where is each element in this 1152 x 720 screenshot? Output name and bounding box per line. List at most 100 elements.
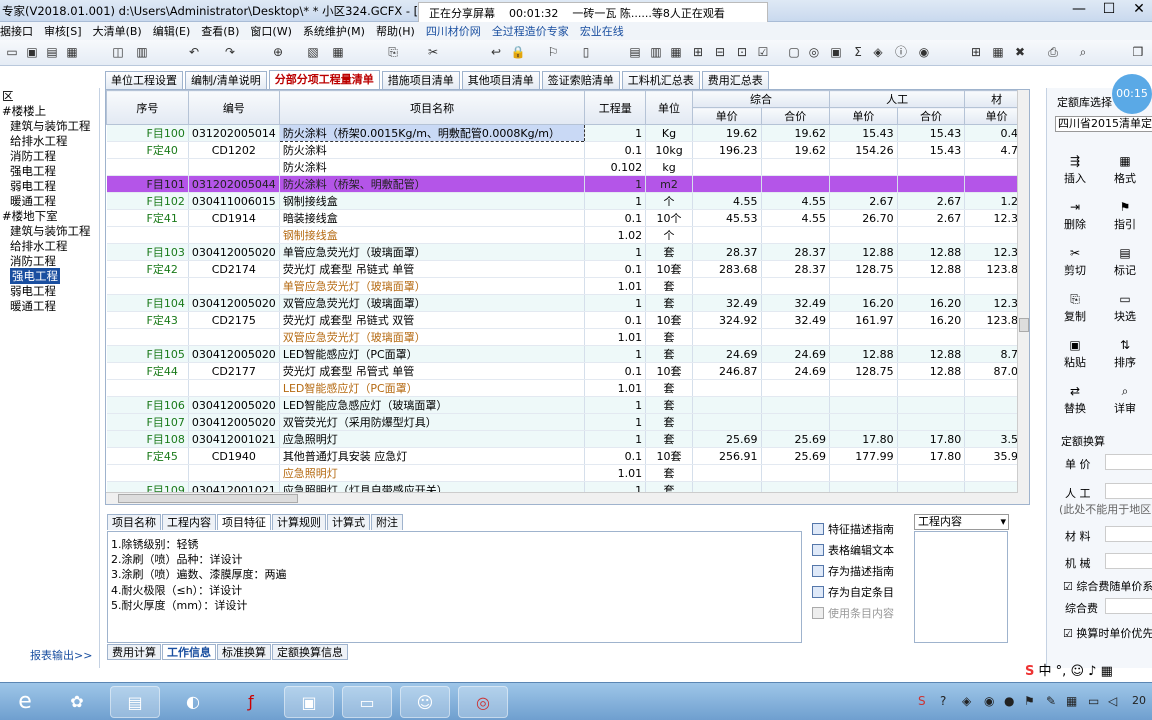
cell-tp[interactable]: [761, 379, 831, 397]
cell-unit[interactable]: 套: [645, 294, 693, 312]
cell-name[interactable]: 单管应急荧光灯（玻璃面罩）: [279, 277, 586, 295]
cell-code[interactable]: CD1202: [188, 141, 280, 159]
cell-lp[interactable]: 177.99: [829, 447, 898, 465]
calc-icon[interactable]: ⊞: [690, 44, 706, 60]
cell-name[interactable]: 防火涂料: [279, 141, 586, 159]
cell-code[interactable]: 030412005020: [188, 294, 280, 312]
cell-lt[interactable]: 2.67: [897, 209, 966, 227]
cell-unit[interactable]: 套: [645, 379, 693, 397]
cell-tp[interactable]: 28.37: [761, 243, 831, 261]
cell-lt[interactable]: 17.80: [897, 430, 966, 448]
cell-lt[interactable]: [897, 396, 966, 414]
table-edit-button[interactable]: 表格编辑文本: [812, 540, 912, 561]
cell-qty[interactable]: 1: [584, 396, 647, 414]
cell-lt[interactable]: [897, 379, 966, 397]
window-icon[interactable]: ▭: [342, 686, 392, 718]
pen-icon[interactable]: ✎: [1046, 694, 1056, 708]
bill-item-row[interactable]: F目108 030412001021 应急照明灯 1 套 25.69 25.69 17.80 1…: [106, 430, 1029, 448]
cell-up[interactable]: 25.69: [692, 430, 762, 448]
cell-code[interactable]: 030412005020: [188, 396, 280, 414]
cell-lp[interactable]: 161.97: [829, 311, 898, 329]
cell-qty[interactable]: 1: [584, 345, 647, 363]
menu-item[interactable]: 据接口: [0, 23, 33, 39]
detail-tab[interactable]: 项目名称: [107, 514, 161, 530]
cell-name[interactable]: LED智能感应灯（PC面罩）: [279, 345, 586, 363]
target-icon[interactable]: ◎: [806, 44, 822, 60]
cell-code[interactable]: [188, 158, 280, 176]
cell-lt[interactable]: 15.43: [897, 124, 966, 142]
cell-name[interactable]: 钢制接线盒: [279, 192, 586, 210]
cell-name[interactable]: 防火涂料: [279, 158, 586, 176]
mark-button[interactable]: ▤ 标记: [1105, 246, 1145, 278]
cell-code[interactable]: 030412005020: [188, 243, 280, 261]
cell-up[interactable]: [692, 379, 762, 397]
cell-lt[interactable]: [897, 175, 966, 193]
col-header-unit-price[interactable]: 单价: [691, 107, 762, 125]
cell-seq[interactable]: F目108: [106, 430, 189, 448]
cell-lp[interactable]: [829, 175, 898, 193]
col-header-labor-price[interactable]: 单价: [829, 107, 898, 125]
cell-seq[interactable]: [106, 464, 189, 482]
cell-qty[interactable]: 0.1: [584, 311, 647, 329]
cell-seq[interactable]: F目103: [106, 243, 189, 261]
table-icon[interactable]: ▦: [990, 44, 1006, 60]
cell-name[interactable]: 荧光灯 成套型 吊链式 双管: [279, 311, 586, 329]
cell-seq[interactable]: F定42: [106, 260, 189, 278]
delete-button[interactable]: ⇥ 删除: [1055, 200, 1095, 232]
tab-active[interactable]: 分部分项工程量清单: [268, 70, 380, 89]
shield-icon[interactable]: ◈: [962, 694, 971, 708]
all-icon[interactable]: ◈: [870, 44, 886, 60]
bill-item-row[interactable]: F目105 030412005020 LED智能感应灯（PC面罩） 1 套 24.69 24…: [106, 345, 1029, 363]
cell-tp[interactable]: 4.55: [761, 209, 831, 227]
cell-code[interactable]: [188, 328, 280, 346]
tree-item[interactable]: 强电工程: [10, 163, 56, 179]
quota-row[interactable]: F定43 CD2175 荧光灯 成套型 吊链式 双管 0.1 10套 324.92 32.4…: [106, 311, 1029, 329]
cell-lp[interactable]: [829, 396, 898, 414]
price-priority-checkbox[interactable]: ☑ 换算时单价优先: [1063, 625, 1152, 641]
cell-lp[interactable]: [829, 464, 898, 482]
new-icon[interactable]: ▭: [4, 44, 20, 60]
flash-icon[interactable]: ƒ: [226, 686, 276, 718]
cell-qty[interactable]: 1: [584, 294, 647, 312]
cell-name[interactable]: 荧光灯 成套型 吊链式 单管: [279, 260, 586, 278]
cell-code[interactable]: 031202005044: [188, 175, 280, 193]
cell-lp[interactable]: 17.80: [829, 430, 898, 448]
cell-qty[interactable]: 1.01: [584, 328, 647, 346]
review-button[interactable]: ⌕ 详审: [1105, 384, 1145, 416]
cell-tp[interactable]: 28.37: [761, 260, 831, 278]
quota-row[interactable]: F定40 CD1202 防火涂料 0.1 10kg 196.23 19.62 154.26 15…: [106, 141, 1029, 159]
cell-lt[interactable]: [897, 413, 966, 431]
cell-up[interactable]: [692, 328, 762, 346]
cell-qty[interactable]: 0.102: [584, 158, 647, 176]
cell-code[interactable]: 031202005014: [188, 124, 280, 142]
cell-tp[interactable]: 25.69: [761, 447, 831, 465]
menu-item[interactable]: 审核[S]: [44, 23, 82, 39]
cell-seq[interactable]: F目105: [106, 345, 189, 363]
cell-seq[interactable]: F目101: [106, 175, 189, 193]
pricing-app-icon[interactable]: ◎: [458, 686, 508, 718]
layout2-icon[interactable]: ▥: [648, 44, 664, 60]
cell-qty[interactable]: 1.01: [584, 464, 647, 482]
menu-item[interactable]: 大清单(B): [93, 23, 142, 39]
cell-lt[interactable]: 12.88: [897, 243, 966, 261]
cell-name[interactable]: 荧光灯 成套型 吊管式 单管: [279, 362, 586, 380]
cell-unit[interactable]: 套: [645, 277, 693, 295]
cell-seq[interactable]: F目106: [106, 396, 189, 414]
cell-up[interactable]: [692, 226, 762, 244]
cell-lp[interactable]: [829, 379, 898, 397]
cell-lt[interactable]: 12.88: [897, 345, 966, 363]
minimize-button[interactable]: —: [1064, 0, 1094, 20]
save-guide-button[interactable]: 存为描述指南: [812, 561, 912, 582]
cell-unit[interactable]: 10个: [645, 209, 693, 227]
cell-up[interactable]: 196.23: [692, 141, 762, 159]
cell-qty[interactable]: 1: [584, 192, 647, 210]
quota-row[interactable]: 防火涂料 0.102 kg: [106, 158, 1029, 176]
keyboard-icon[interactable]: ▦: [1101, 664, 1113, 679]
single-icon[interactable]: ⊡: [734, 44, 750, 60]
cell-up[interactable]: [692, 277, 762, 295]
tab[interactable]: 单位工程设置: [105, 71, 183, 89]
table-icon[interactable]: ▦: [330, 44, 346, 60]
detail-tab[interactable]: 计算规则: [272, 514, 326, 530]
cell-lt[interactable]: 16.20: [897, 311, 966, 329]
cell-unit[interactable]: Kg: [645, 124, 693, 142]
